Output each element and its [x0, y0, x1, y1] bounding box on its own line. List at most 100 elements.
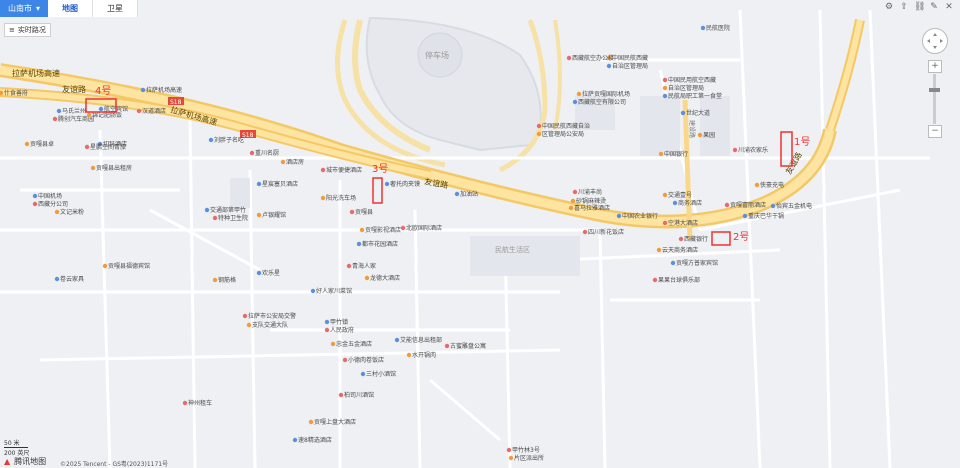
poi-marker-icon[interactable] [256, 181, 262, 187]
poi-label[interactable]: 甲竹林3号 [512, 446, 540, 454]
poi-marker-icon[interactable] [662, 77, 668, 83]
poi-marker-icon[interactable] [182, 400, 188, 406]
poi-label[interactable]: 艾能信息出租部 [400, 336, 442, 344]
poi-marker-icon[interactable] [536, 131, 542, 137]
poi-label[interactable]: 柏司川酒馆 [344, 391, 374, 399]
poi-label[interactable]: 贡嘎方普家宾馆 [676, 259, 718, 267]
poi-marker-icon[interactable] [140, 87, 146, 93]
poi-label[interactable]: 自治区管理局 [612, 62, 648, 70]
poi-label[interactable]: 中国机场 [38, 192, 62, 200]
poi-label[interactable]: 中国民航西藏自治 [542, 122, 590, 130]
poi-label[interactable]: 片区派出所 [514, 454, 544, 462]
poi-label[interactable]: 西藏分公司 [38, 200, 68, 208]
poi-marker-icon[interactable] [256, 212, 262, 218]
map-canvas[interactable]: 拉萨机场高速 友谊路 拉萨机场高速 友谊路 友谊路 停车场 民航生活区 建设路 … [0, 0, 960, 468]
tab-satellite[interactable]: 卫星 [93, 0, 139, 17]
poi-marker-icon[interactable] [536, 123, 542, 129]
poi-marker-icon[interactable] [724, 202, 730, 208]
poi-marker-icon[interactable] [662, 220, 668, 226]
poi-marker-icon[interactable] [54, 209, 60, 215]
poi-marker-icon[interactable] [32, 193, 38, 199]
poi-label[interactable]: 交通壹号 [668, 191, 692, 199]
poi-label[interactable]: 小德肉卷饭店 [348, 356, 384, 364]
poi-marker-icon[interactable] [454, 191, 460, 197]
poi-marker-icon[interactable] [572, 99, 578, 105]
poi-marker-icon[interactable] [324, 327, 330, 333]
poi-marker-icon[interactable] [204, 207, 210, 213]
poi-marker-icon[interactable] [208, 137, 214, 143]
poi-label[interactable]: 卢银耀馆 [262, 211, 286, 219]
poi-label[interactable]: 贡嘎县福德宾馆 [108, 262, 150, 270]
poi-label[interactable]: 区管理局公安局 [542, 130, 584, 138]
poi-label[interactable]: 文记米粉 [60, 208, 84, 216]
poi-label[interactable]: 忠金五金酒店 [336, 340, 372, 348]
poi-marker-icon[interactable] [320, 195, 326, 201]
poi-marker-icon[interactable] [570, 198, 576, 204]
poi-label[interactable]: 果果台球俱乐部 [658, 276, 700, 284]
link-icon[interactable]: ⛓ [914, 2, 925, 12]
poi-label[interactable]: 西藏航空有限公司 [578, 98, 626, 106]
poi-label[interactable]: 川渝农家乐 [738, 146, 768, 154]
poi-marker-icon[interactable] [672, 200, 678, 206]
poi-label[interactable]: 民航局职工第一食堂 [668, 92, 722, 100]
poi-marker-icon[interactable] [508, 455, 514, 461]
edit-icon[interactable]: ✎ [929, 2, 939, 12]
poi-label[interactable]: 星宸塞贝酒店 [262, 180, 298, 188]
poi-label[interactable]: 中国民用航空西藏 [668, 76, 716, 84]
poi-label[interactable]: 四川新花饭店 [588, 228, 624, 236]
poi-marker-icon[interactable] [742, 213, 748, 219]
settings-icon[interactable]: ⚙ [884, 2, 894, 12]
poi-label[interactable]: 贡嘎县卓 [30, 140, 54, 148]
poi-marker-icon[interactable] [360, 371, 366, 377]
poi-marker-icon[interactable] [212, 277, 218, 283]
zoom-in-button[interactable]: + [928, 60, 942, 73]
poi-marker-icon[interactable] [582, 229, 588, 235]
poi-label[interactable]: 云天商务酒店 [662, 246, 698, 254]
close-icon[interactable]: ✕ [944, 2, 954, 12]
poi-marker-icon[interactable] [652, 277, 658, 283]
poi-marker-icon[interactable] [349, 209, 355, 215]
poi-marker-icon[interactable] [310, 288, 316, 294]
poi-marker-icon[interactable] [572, 189, 578, 195]
poi-label[interactable]: 自治区管理局 [668, 84, 704, 92]
poi-marker-icon[interactable] [24, 141, 30, 147]
poi-marker-icon[interactable] [212, 215, 218, 221]
poi-marker-icon[interactable] [670, 260, 676, 266]
poi-label[interactable]: 钢筋格 [218, 276, 236, 284]
poi-label[interactable]: 世纪大道 [686, 109, 710, 117]
poi-label[interactable]: 北欧国际酒店 [406, 224, 442, 232]
poi-marker-icon[interactable] [662, 93, 668, 99]
poi-marker-icon[interactable] [444, 343, 450, 349]
poi-marker-icon[interactable] [338, 392, 344, 398]
poi-label[interactable]: 喜马拉雅酒店 [574, 204, 610, 212]
poi-marker-icon[interactable] [356, 241, 362, 247]
poi-marker-icon[interactable] [308, 419, 314, 425]
poi-marker-icon[interactable] [662, 85, 668, 91]
poi-marker-icon[interactable] [754, 182, 760, 188]
poi-label[interactable]: 刘胖子名吃 [214, 136, 244, 144]
poi-label[interactable]: 古蜜雕盘公寓 [450, 342, 486, 350]
poi-label[interactable]: 重川名厨 [255, 149, 279, 157]
poi-marker-icon[interactable] [566, 55, 572, 61]
poi-label[interactable]: 贡嘎上盘大酒店 [314, 418, 356, 426]
poi-label[interactable]: 交通部第甲竹 [210, 206, 246, 214]
poi-label[interactable]: 什食善府 [4, 89, 28, 97]
poi-label[interactable]: 奢托肉夹馍 [390, 180, 420, 188]
poi-label[interactable]: 西藏银行 [684, 235, 708, 243]
tab-map[interactable]: 地图 [48, 0, 94, 17]
compass-control[interactable] [922, 28, 948, 54]
poi-label[interactable]: 拉萨市公安局交警 [248, 312, 296, 320]
poi-label[interactable]: 中国农业银行 [622, 212, 658, 220]
poi-label[interactable]: 贡嘎影视酒店 [365, 226, 401, 234]
poi-label[interactable]: 加油站 [460, 190, 478, 198]
poi-marker-icon[interactable] [249, 150, 255, 156]
poi-marker-icon[interactable] [359, 227, 365, 233]
poi-marker-icon[interactable] [90, 165, 96, 171]
poi-label[interactable]: 马氏兰州 [62, 107, 86, 115]
poi-marker-icon[interactable] [406, 352, 412, 358]
poi-label[interactable]: 侠豪充电 [760, 181, 784, 189]
poi-label[interactable]: 速8精选酒店 [298, 436, 332, 444]
poi-marker-icon[interactable] [342, 357, 348, 363]
poi-marker-icon[interactable] [394, 337, 400, 343]
poi-marker-icon[interactable] [52, 116, 58, 122]
